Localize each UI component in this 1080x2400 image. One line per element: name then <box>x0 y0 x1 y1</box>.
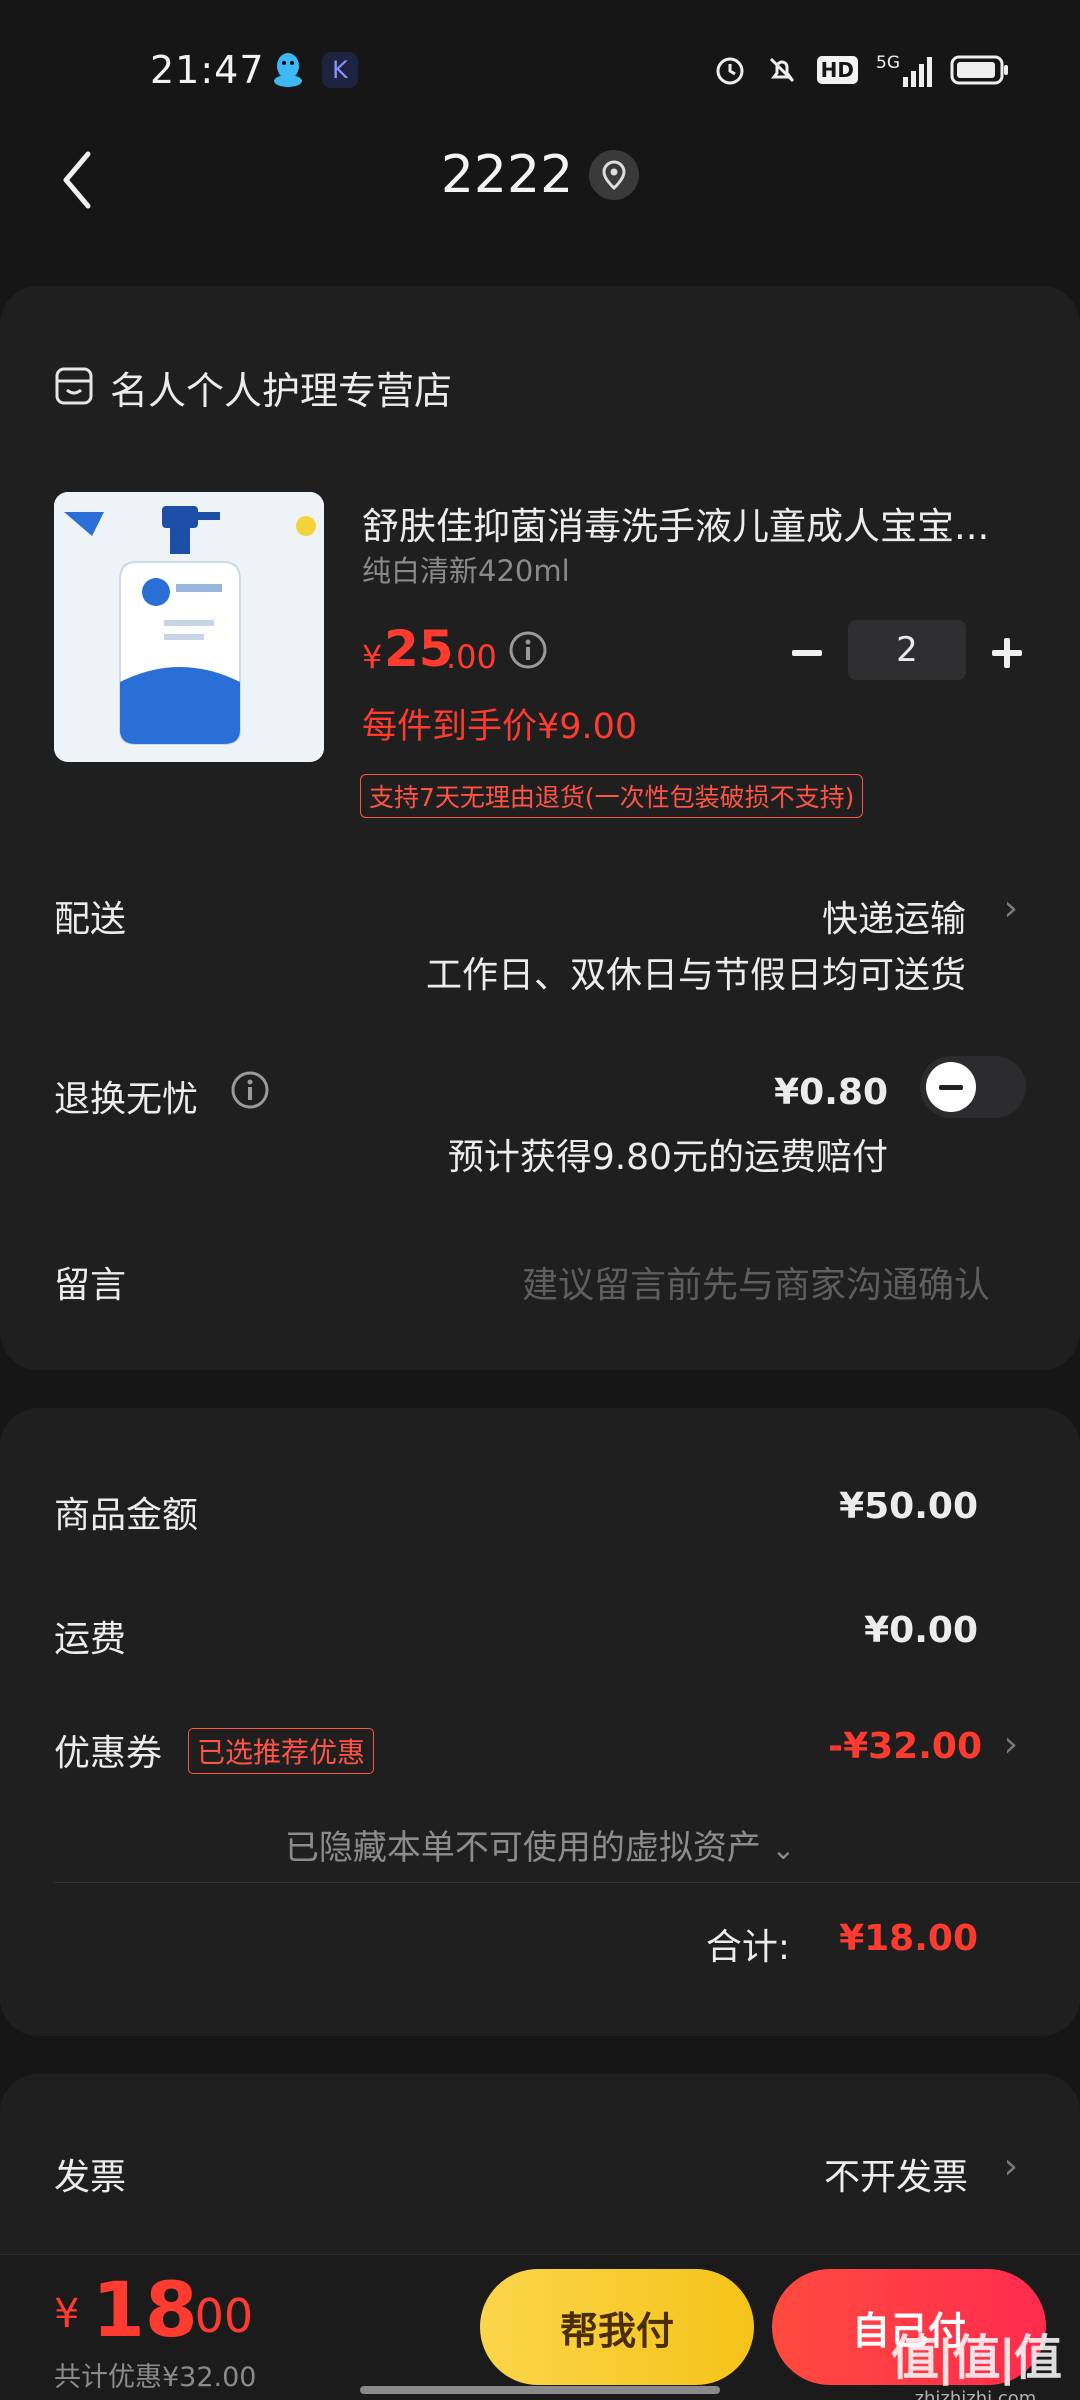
product-image[interactable] <box>54 492 324 762</box>
app-icon: K <box>322 52 358 88</box>
store-name[interactable]: 名人个人护理专营店 <box>110 360 452 415</box>
summary-card: 商品金额 ¥50.00 运费 ¥0.00 优惠券 已选推荐优惠 -¥32.00 … <box>0 1408 1080 2036</box>
mute-icon <box>769 57 794 83</box>
status-time: 21:47 <box>150 48 265 92</box>
goods-amount-label: 商品金额 <box>54 1495 199 1536</box>
bottom-total-decimal: .00 <box>180 2289 254 2343</box>
bottom-currency: ¥ <box>54 2291 80 2337</box>
total-value: ¥18.00 <box>839 1918 978 1959</box>
quantity-decrease-button[interactable] <box>788 634 826 672</box>
invoice-value[interactable]: 不开发票 <box>824 2148 968 2200</box>
location-pin-icon[interactable] <box>589 150 640 200</box>
battery-icon <box>950 55 1008 85</box>
quantity-increase-button[interactable] <box>988 634 1026 672</box>
shipping-value: ¥0.00 <box>864 1610 978 1651</box>
coupon-label: 优惠券 <box>54 1733 163 1774</box>
invoice-label: 发票 <box>54 2157 127 2198</box>
worry-free-label: 退换无忧 <box>54 1079 199 1120</box>
home-indicator[interactable] <box>360 2386 720 2394</box>
coupon-chevron-icon[interactable]: › <box>1004 1724 1018 1765</box>
page-title: 2222 <box>440 145 574 205</box>
price-decimal: .00 <box>446 638 497 676</box>
per-item-price: 每件到手价¥9.00 <box>362 707 638 747</box>
discount-note: 共计优惠¥32.00 <box>54 2362 257 2393</box>
worry-free-price: ¥0.80 <box>774 1072 888 1113</box>
price-currency: ¥ <box>362 638 383 676</box>
worry-free-note: 预计获得9.80元的运费赔付 <box>447 1137 888 1178</box>
price-info-icon[interactable] <box>508 630 548 670</box>
signal-icon: 5G <box>876 53 932 87</box>
hidden-assets-text: 已隐藏本单不可使用的虚拟资产 <box>284 1828 761 1868</box>
help-me-pay-button[interactable]: 帮我付 <box>480 2269 754 2385</box>
product-title[interactable]: 舒肤佳抑菌消毒洗手液儿童成人宝宝... <box>362 496 1022 550</box>
delivery-note: 工作日、双休日与节假日均可送货 <box>425 955 966 996</box>
goods-amount-value: ¥50.00 <box>839 1486 978 1527</box>
delivery-chevron-icon[interactable]: › <box>1004 888 1018 929</box>
watermark-logo: 值|值|值 zhizhizhi.com <box>890 2330 1062 2400</box>
chevron-down-icon: ⌄ <box>771 1833 796 1866</box>
coupon-tag: 已选推荐优惠 <box>188 1728 375 1774</box>
alarm-icon <box>716 57 744 85</box>
delivery-method[interactable]: 快递运输 <box>822 890 966 942</box>
worry-free-info-icon[interactable] <box>230 1070 270 1110</box>
product-spec[interactable]: 纯白清新420ml <box>362 548 570 590</box>
price-integer: 25 <box>384 620 454 678</box>
status-bar: 21:47 K HD 5G <box>0 0 1080 140</box>
qq-icon <box>274 53 302 87</box>
toggle-knob <box>926 1062 976 1112</box>
hidden-assets-toggle[interactable]: 已隐藏本单不可使用的虚拟资产 ⌄ <box>0 1820 1080 1869</box>
order-card: 名人个人护理专营店 舒肤佳抑菌消毒洗手液儿童成人宝宝... 纯白清新420ml … <box>0 286 1080 1370</box>
message-input[interactable]: 建议留言前先与商家沟通确认 <box>522 1256 990 1308</box>
shipping-label: 运费 <box>54 1619 127 1660</box>
delivery-label: 配送 <box>54 899 127 940</box>
hd-icon: HD <box>816 56 858 84</box>
header: 2222 <box>0 145 1080 205</box>
total-label: 合计: <box>705 1927 790 1968</box>
quantity-input[interactable]: 2 <box>848 620 966 680</box>
worry-free-toggle[interactable] <box>920 1056 1026 1118</box>
invoice-chevron-icon[interactable]: › <box>1004 2146 1018 2187</box>
store-icon <box>55 367 93 405</box>
coupon-value[interactable]: -¥32.00 <box>828 1726 982 1767</box>
status-icons: HD 5G <box>713 50 1010 90</box>
summary-divider <box>54 1882 1080 1883</box>
message-label: 留言 <box>54 1265 127 1306</box>
network-label: 5G <box>876 53 900 73</box>
return-policy-tag: 支持7天无理由退货(一次性包装破损不支持) <box>360 774 864 818</box>
